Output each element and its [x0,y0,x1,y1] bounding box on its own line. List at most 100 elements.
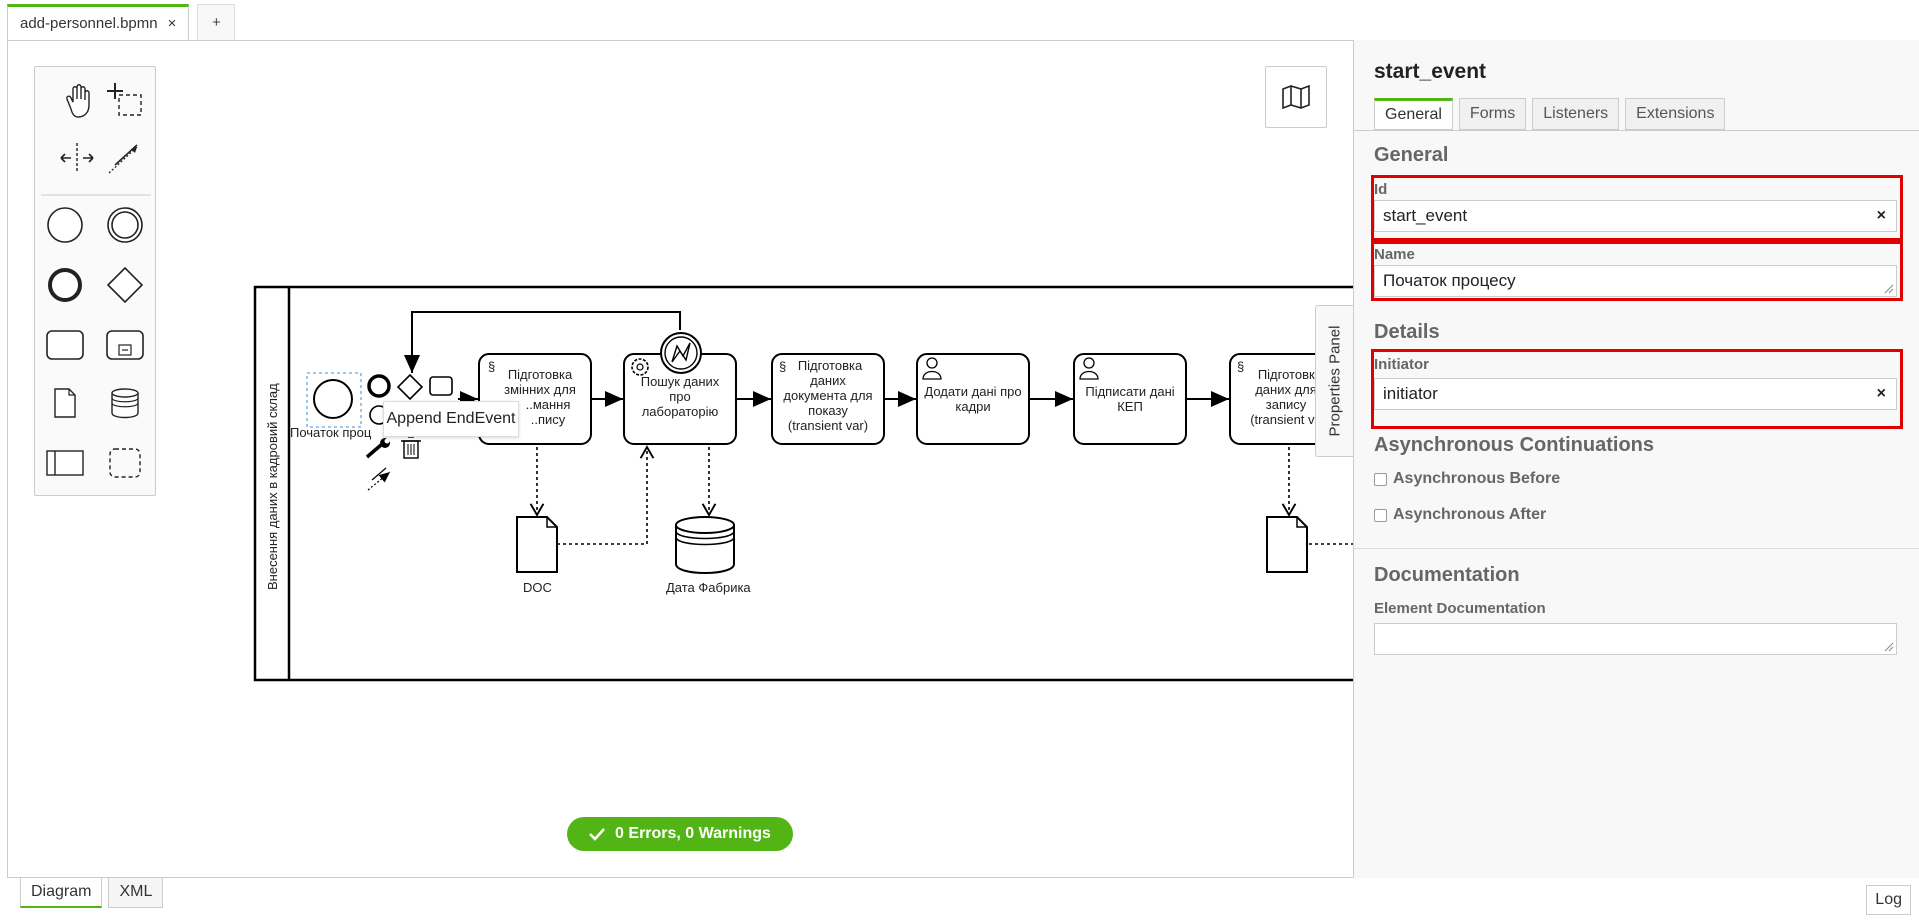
clear-initiator-icon[interactable]: × [1877,379,1886,409]
append-end-event-tooltip: Append EndEvent [383,401,519,437]
tab-extensions[interactable]: Extensions [1625,98,1726,130]
svg-text:Додати дані про: Додати дані про [924,384,1021,399]
hand-tool-icon[interactable] [66,84,90,118]
async-before-label: Asynchronous Before [1393,470,1561,487]
group-tool-icon[interactable] [109,448,141,478]
task4-line1: Додати дані про [924,384,1021,399]
task5-line1: Підписати дані [1085,384,1174,399]
start-event-tool-icon[interactable] [47,207,83,243]
error-boundary-event[interactable] [660,332,702,374]
task6-line3: запису [1266,397,1307,412]
tab-listeners[interactable]: Listeners [1532,98,1620,130]
pool-label: Внесення даних в кадровий склад [265,383,280,590]
task6-line4: (transient va [1250,412,1322,427]
task-add-personnel-data[interactable]: Додати дані про кадри [916,353,1030,445]
resize-grip-icon[interactable] [1884,642,1894,652]
properties-panel-toggle[interactable]: Properties Panel [1315,305,1354,457]
svg-text:(transient va: (transient va [1250,412,1322,427]
initiator-value: initiator [1383,384,1438,403]
data-store-label: Дата Фабрика [666,580,751,595]
svg-text:документа для: документа для [783,388,872,403]
status-text: 0 Errors, 0 Warnings [615,825,771,842]
svg-text:Підготовка: Підготовка [508,367,573,382]
tab-diagram[interactable]: Diagram [20,878,103,908]
properties-tabs: General Forms Listeners Extensions [1374,98,1726,130]
task5-line2: КЕП [1117,399,1143,414]
section-general: General [1374,144,1449,166]
svg-text:КЕП: КЕП [1117,399,1143,414]
data-object-doc[interactable]: DOC [516,516,558,595]
pool-tool-icon[interactable] [46,450,84,476]
async-before-row[interactable]: Asynchronous Before [1374,470,1560,488]
status-badge[interactable]: 0 Errors, 0 Warnings [567,817,793,851]
data-object-tool-icon[interactable] [54,388,76,418]
name-textarea[interactable]: Початок процесу [1374,265,1897,297]
svg-text:§: § [488,359,495,374]
map-icon [1282,84,1310,110]
properties-title: start_event [1374,60,1487,83]
section-details: Details [1374,321,1440,343]
log-button[interactable]: Log [1866,885,1911,915]
minimap-toggle-button[interactable] [1265,66,1327,128]
properties-panel-toggle-label: Properties Panel [1326,325,1344,437]
checkmark-icon [589,828,606,841]
task4-line2: кадри [955,399,990,414]
diagram-canvas[interactable]: Внесення даних в кадровий склад Початок … [0,0,1353,878]
async-after-label: Asynchronous After [1393,506,1547,523]
task2-line3: лабораторію [642,404,719,419]
svg-text:Пошук даних: Пошук даних [641,374,720,389]
id-field[interactable]: start_event × [1374,200,1897,232]
svg-text:..мання: ..мання [526,397,571,412]
append-end-event-icon[interactable] [367,374,391,398]
tab-forms[interactable]: Forms [1458,98,1527,130]
svg-text:Підготовка: Підготовка [1258,367,1323,382]
async-before-checkbox[interactable] [1374,472,1387,486]
resize-grip-icon[interactable] [1884,284,1894,294]
tab-xml[interactable]: XML [108,878,164,908]
task3-line2: даних [810,373,846,388]
svg-text:Підписати дані: Підписати дані [1085,384,1174,399]
svg-text:змінних для: змінних для [504,382,576,397]
lasso-tool-icon[interactable] [107,83,142,116]
data-object-label: DOC [523,580,552,595]
end-event-tool-icon[interactable] [48,268,82,302]
svg-text:кадри: кадри [955,399,990,414]
svg-text:§: § [1237,359,1244,374]
async-after-checkbox[interactable] [1374,508,1387,522]
name-label: Name [1374,246,1415,263]
task-sign-data[interactable]: Підписати дані КЕП [1073,353,1187,445]
data-object-right[interactable] [1266,516,1308,573]
task-tool-icon[interactable] [46,330,84,360]
task-prepare-doc[interactable]: § Підготовка даних документа для показу … [771,353,885,445]
append-task-icon[interactable] [429,376,453,396]
initiator-field[interactable]: initiator × [1374,378,1897,410]
svg-text:про: про [669,389,691,404]
subprocess-tool-icon[interactable] [106,330,144,360]
id-label: Id [1374,181,1388,198]
tab-general[interactable]: General [1374,98,1453,130]
intermediate-event-tool-icon[interactable] [107,207,143,243]
svg-text:..пису: ..пису [531,412,566,427]
start-event-label: Початок проц [290,425,372,440]
connect-tool-icon[interactable] [108,144,138,174]
name-value: Початок процесу [1383,271,1516,290]
async-after-row[interactable]: Asynchronous After [1374,506,1546,524]
pool[interactable]: Внесення даних в кадровий склад [253,285,1353,682]
svg-text:лабораторію: лабораторію [642,404,719,419]
svg-text:(transient var): (transient var) [788,418,868,433]
task1-line3: ..мання [526,397,571,412]
element-documentation-textarea[interactable] [1374,623,1897,655]
data-store-tool-icon[interactable] [111,388,139,419]
svg-text:запису: запису [1266,397,1307,412]
task6-line1: Підготовка [1258,367,1323,382]
palette [34,66,156,496]
bottom-tabs: Diagram XML [20,878,164,908]
task1-line1: Підготовка [508,367,573,382]
task1-line2: змінних для [504,382,576,397]
task3-line5: (transient var) [788,418,868,433]
space-tool-icon[interactable] [60,143,94,173]
clear-id-icon[interactable]: × [1877,201,1886,231]
section-divider [1354,548,1919,549]
task2-line2: про [669,389,691,404]
gateway-tool-icon[interactable] [106,266,144,304]
